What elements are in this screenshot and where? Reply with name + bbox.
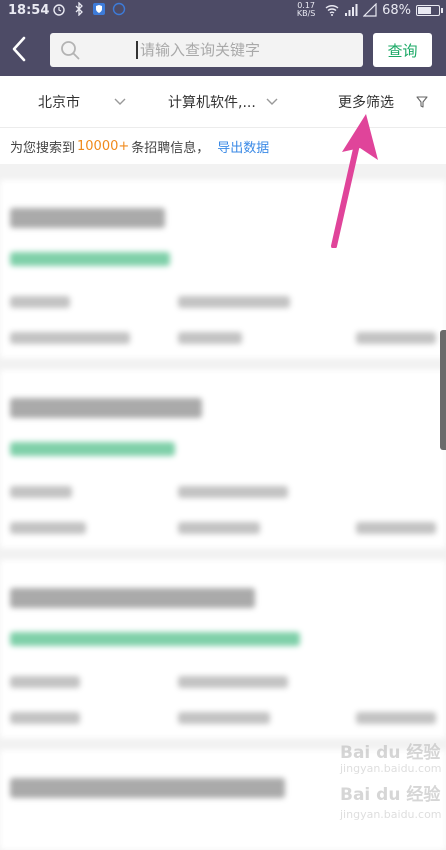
- network-speed: 0.17 KB/S: [296, 1, 316, 18]
- job-detail: [10, 712, 80, 724]
- search-input[interactable]: [140, 33, 350, 67]
- company-name: [10, 778, 285, 798]
- job-detail: [10, 332, 130, 344]
- more-filters-label: 更多筛选: [338, 95, 394, 111]
- result-prefix: 为您搜索到: [10, 140, 76, 156]
- job-detail: [178, 522, 260, 534]
- watermark-url: jingyan.baidu.com: [340, 808, 442, 821]
- text-cursor: [136, 41, 138, 59]
- job-card[interactable]: [0, 370, 446, 548]
- industry-filter-label: 计算机软件,...: [168, 95, 256, 111]
- back-arrow-icon: [12, 36, 26, 62]
- job-date: [356, 712, 436, 724]
- company-name: [10, 588, 255, 608]
- shield-icon: [93, 3, 105, 15]
- funnel-icon: [416, 96, 428, 108]
- city-filter-label: 北京市: [38, 95, 80, 111]
- status-bar: 18:54 0.17 KB/S 68%: [0, 0, 446, 22]
- job-detail: [178, 332, 242, 344]
- status-time: 18:54: [8, 3, 50, 18]
- job-position: [10, 632, 300, 646]
- job-detail: [178, 712, 270, 724]
- status-right-icons: 0.17 KB/S 68%: [292, 1, 443, 18]
- search-box[interactable]: [50, 33, 363, 67]
- job-detail: [10, 522, 86, 534]
- job-date: [356, 332, 436, 344]
- job-detail: [178, 676, 288, 688]
- battery-level: [418, 6, 431, 14]
- job-date: [356, 522, 436, 534]
- export-data-link[interactable]: 导出数据: [217, 137, 269, 156]
- watermark-url: jingyan.baidu.com: [340, 762, 442, 775]
- result-suffix: 条招聘信息，: [131, 140, 210, 156]
- back-button[interactable]: [6, 32, 36, 66]
- result-count: 10000+: [77, 138, 130, 154]
- signal-icon: [345, 4, 358, 16]
- alarm-icon: [53, 4, 65, 16]
- job-detail: [10, 296, 70, 308]
- company-name: [10, 208, 165, 228]
- chevron-down-icon: [114, 98, 126, 105]
- watermark-logo-text: Bai du 经验: [340, 785, 441, 805]
- company-name: [10, 398, 202, 418]
- city-filter[interactable]: 北京市: [38, 76, 126, 128]
- industry-filter[interactable]: 计算机软件,...: [168, 76, 278, 128]
- job-position: [10, 442, 175, 456]
- job-detail: [178, 296, 290, 308]
- bluetooth-icon: [75, 2, 83, 16]
- search-button[interactable]: 查询: [373, 33, 432, 67]
- job-detail: [178, 486, 288, 498]
- search-icon: [61, 41, 80, 60]
- app-notification-icon: [112, 2, 126, 16]
- watermark-logo-text: Bai du 经验: [340, 743, 441, 763]
- job-detail: [10, 486, 72, 498]
- job-detail: [10, 676, 80, 688]
- job-card[interactable]: [0, 560, 446, 738]
- battery-percent: 68%: [382, 2, 411, 18]
- battery-icon: [416, 4, 443, 16]
- job-position: [10, 252, 170, 266]
- scrollbar[interactable]: [440, 330, 446, 450]
- status-left-icons: [52, 2, 126, 16]
- watermark: Bai du 经验 jingyan.baidu.com Bai du 经验 ji…: [340, 738, 444, 834]
- chevron-down-icon: [266, 98, 278, 105]
- top-bar: 查询: [0, 22, 446, 76]
- signal-secondary-icon: [363, 3, 377, 17]
- wifi-icon: [325, 5, 339, 16]
- annotation-arrow: [331, 114, 378, 248]
